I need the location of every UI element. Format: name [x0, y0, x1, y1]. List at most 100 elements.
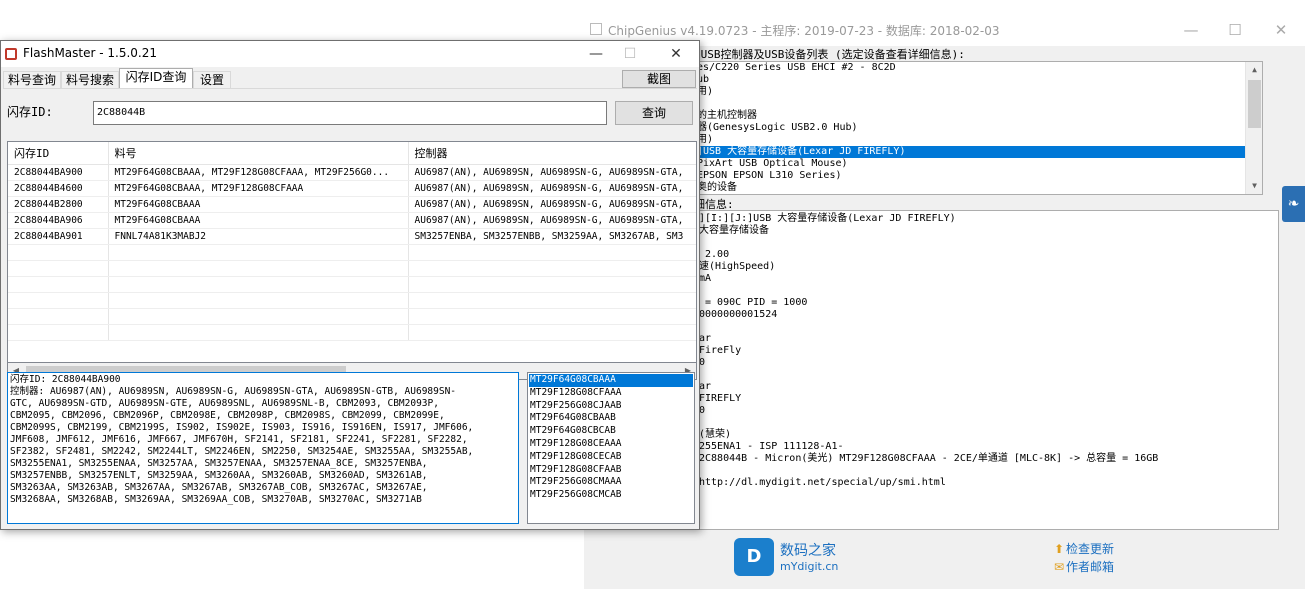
table-cell: 2C88044B4600	[8, 180, 109, 197]
detail-line	[699, 321, 1274, 333]
brand-link[interactable]: 数码之家	[780, 540, 836, 560]
query-button[interactable]: 查询	[615, 101, 693, 125]
flashmaster-app-icon	[5, 48, 17, 60]
table-row[interactable]	[8, 324, 696, 341]
check-update-link[interactable]: ⬆ 检查更新	[1054, 540, 1114, 557]
close-button[interactable]: ✕	[661, 44, 691, 64]
table-cell	[108, 276, 409, 293]
detail-line	[699, 237, 1274, 249]
device-list-item[interactable]: ]USB 大容量存储设备(Lexar JD FIREFLY)	[695, 146, 1245, 158]
device-list-item[interactable]: PixArt USB Optical Mouse)	[695, 158, 1262, 170]
part-list-item[interactable]: MT29F64G08CBAAA	[529, 374, 693, 387]
tab-bar: 料号查询 料号搜索 闪存ID查询 设置	[1, 68, 699, 89]
tab-part-query[interactable]: 料号查询	[3, 71, 61, 89]
detail-line: 0	[699, 357, 706, 368]
part-list-item[interactable]: MT29F256G08CMCAB	[529, 489, 693, 502]
side-tab-icon[interactable]: ❧	[1282, 186, 1305, 222]
device-list-item[interactable]: es/C220 Series USB EHCI #2 - 8C2D	[695, 62, 1262, 74]
chipgenius-footer: D 数码之家 mYdigit.cn ⬆ 检查更新 ✉ 作者邮箱	[584, 536, 1305, 589]
detail-line: 0	[699, 405, 706, 416]
mail-icon: ✉	[1054, 560, 1065, 574]
device-list-item[interactable]: EPSON EPSON L310 Series)	[695, 170, 1262, 182]
table-row[interactable]: 2C88044BA901 FNNL74A81K3MABJ2 SM3257ENBA, …	[8, 228, 696, 245]
table-cell: MT29F64G08CBAAA	[108, 196, 409, 213]
detail-line: 0000000001524	[699, 309, 778, 320]
table-cell: AU6987(AN), AU6989SN, AU6989SN-G, AU6989…	[408, 180, 696, 197]
minimize-button[interactable]: —	[1176, 20, 1206, 40]
scroll-thumb[interactable]	[1248, 80, 1261, 128]
device-list-item[interactable]: 的主机控制器	[695, 110, 1262, 122]
chipgenius-title: ChipGenius v4.19.0723 - 主程序: 2019-07-23 …	[608, 24, 1000, 38]
controller-info-box[interactable]: 闪存ID: 2C88044BA900 控制器: AU6987(AN), AU698…	[7, 372, 519, 524]
scroll-up-icon[interactable]: ▲	[1246, 62, 1262, 78]
table-row[interactable]	[8, 308, 696, 325]
device-list-scrollbar[interactable]: ▲ ▼	[1245, 62, 1262, 194]
device-list-item[interactable]: 用)	[695, 134, 1262, 146]
part-list-item[interactable]: MT29F128G08CFAAB	[529, 464, 693, 477]
tab-settings[interactable]: 设置	[193, 71, 231, 89]
column-header-flash-id[interactable]: 闪存ID	[8, 142, 109, 165]
flashmaster-titlebar[interactable]: FlashMaster - 1.5.0.21 — ☐ ✕	[1, 41, 699, 67]
detail-line: FIREFLY	[699, 393, 742, 404]
tab-part-search[interactable]: 料号搜索	[61, 71, 119, 89]
detail-line: (慧荣)	[699, 429, 732, 440]
flash-id-input[interactable]: 2C88044B	[93, 101, 607, 125]
minimize-button[interactable]: —	[581, 44, 611, 64]
info-line: SM3255ENA1, SM3255ENAA, SM3257AA, SM3257…	[10, 458, 428, 469]
detail-line: http://dl.mydigit.net/special/up/smi.htm…	[699, 477, 946, 488]
info-line: CBM2099S, CBM2199, CBM2199S, IS902, IS90…	[10, 422, 474, 433]
part-list-item[interactable]: MT29F256G08CJAAB	[529, 400, 693, 413]
tab-flash-id-query[interactable]: 闪存ID查询	[119, 68, 193, 89]
detail-line: 速(HighSpeed)	[699, 261, 776, 272]
table-cell	[8, 260, 109, 277]
table-row[interactable]: 2C88044BA906 MT29F64G08CBAAA AU6987(AN), A…	[8, 212, 696, 229]
table-row[interactable]: 2C88044BA900 MT29F64G08CBAAA, MT29F128G08…	[8, 164, 696, 181]
table-row[interactable]: 2C88044B4600 MT29F64G08CBAAA, MT29F128G08…	[8, 180, 696, 197]
device-list-item[interactable]: 器(GenesysLogic USB2.0 Hub)	[695, 122, 1262, 134]
table-cell: 2C88044BA900	[8, 164, 109, 181]
info-line: SM3263AA, SM3263AB, SM3267AA, SM3267AB, …	[10, 482, 428, 493]
column-header-controller[interactable]: 控制器	[408, 142, 696, 165]
device-detail-box[interactable]: ][I:][J:]USB 大容量存储设备(Lexar JD FIREFLY) 大容…	[694, 210, 1279, 530]
author-email-link[interactable]: ✉ 作者邮箱	[1054, 558, 1114, 575]
table-cell: MT29F64G08CBAAA	[108, 212, 409, 229]
maximize-button[interactable]: ☐	[615, 44, 645, 64]
table-row[interactable]	[8, 260, 696, 277]
part-list-item[interactable]: MT29F128G08CEAAA	[529, 438, 693, 451]
device-list-item[interactable]: 奥的设备	[695, 182, 1262, 194]
device-list[interactable]: es/C220 Series USB EHCI #2 - 8C2D ub 用) 的主机…	[694, 61, 1263, 195]
table-cell: AU6987(AN), AU6989SN, AU6989SN-G, AU6989…	[408, 196, 696, 213]
results-table[interactable]: 闪存ID 料号 控制器 2C88044BA900 MT29F64G08CBAAA,…	[7, 141, 697, 363]
device-list-item[interactable]: ub	[695, 74, 1262, 86]
table-row[interactable]: 2C88044B2800 MT29F64G08CBAAA AU6987(AN), A…	[8, 196, 696, 213]
screenshot-button[interactable]: 截图	[622, 70, 696, 88]
device-list-header: ]USB控制器及USB设备列表 (选定设备查看详细信息):	[694, 48, 965, 61]
scroll-down-icon[interactable]: ▼	[1246, 178, 1262, 194]
device-list-item[interactable]: 用)	[695, 86, 1262, 98]
table-row[interactable]	[8, 244, 696, 261]
info-line: CBM2095, CBM2096, CBM2096P, CBM2098E, CB…	[10, 410, 445, 421]
info-line: 闪存ID: 2C88044BA900	[10, 374, 121, 385]
detail-line: ar	[699, 333, 712, 344]
device-list-item[interactable]	[695, 98, 1262, 110]
detail-line	[699, 417, 1274, 429]
part-list-item[interactable]: MT29F64G08CBAAB	[529, 412, 693, 425]
flashmaster-title: FlashMaster - 1.5.0.21	[23, 46, 158, 60]
table-row[interactable]	[8, 276, 696, 293]
part-list-item[interactable]: MT29F256G08CMAAA	[529, 476, 693, 489]
table-cell: 2C88044B2800	[8, 196, 109, 213]
part-list-item[interactable]: MT29F64G08CBCAB	[529, 425, 693, 438]
column-header-part-number[interactable]: 料号	[108, 142, 409, 165]
part-list-item[interactable]: MT29F128G08CFAAA	[529, 387, 693, 400]
maximize-button[interactable]: ☐	[1220, 20, 1250, 40]
table-cell	[108, 244, 409, 261]
table-cell	[8, 292, 109, 309]
table-row[interactable]	[8, 292, 696, 309]
close-button[interactable]: ✕	[1266, 20, 1296, 40]
table-cell	[408, 260, 696, 277]
brand-url-link[interactable]: mYdigit.cn	[780, 560, 838, 573]
part-list-item[interactable]: MT29F128G08CECAB	[529, 451, 693, 464]
part-number-list[interactable]: MT29F64G08CBAAA MT29F128G08CFAAA MT29F256G…	[527, 372, 695, 524]
mydigit-logo-icon[interactable]: D	[734, 538, 774, 576]
info-line: 控制器: AU6987(AN), AU6989SN, AU6989SN-G, A…	[10, 386, 457, 397]
